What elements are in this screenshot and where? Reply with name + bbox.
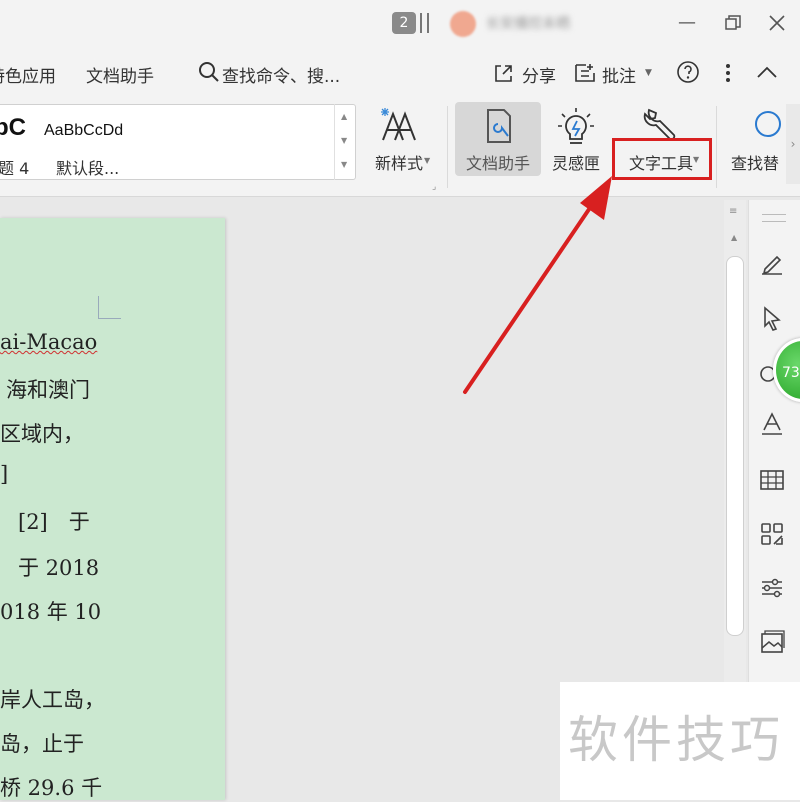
watermark: 软件技巧 xyxy=(568,711,784,769)
annotation-arrow xyxy=(463,176,612,394)
